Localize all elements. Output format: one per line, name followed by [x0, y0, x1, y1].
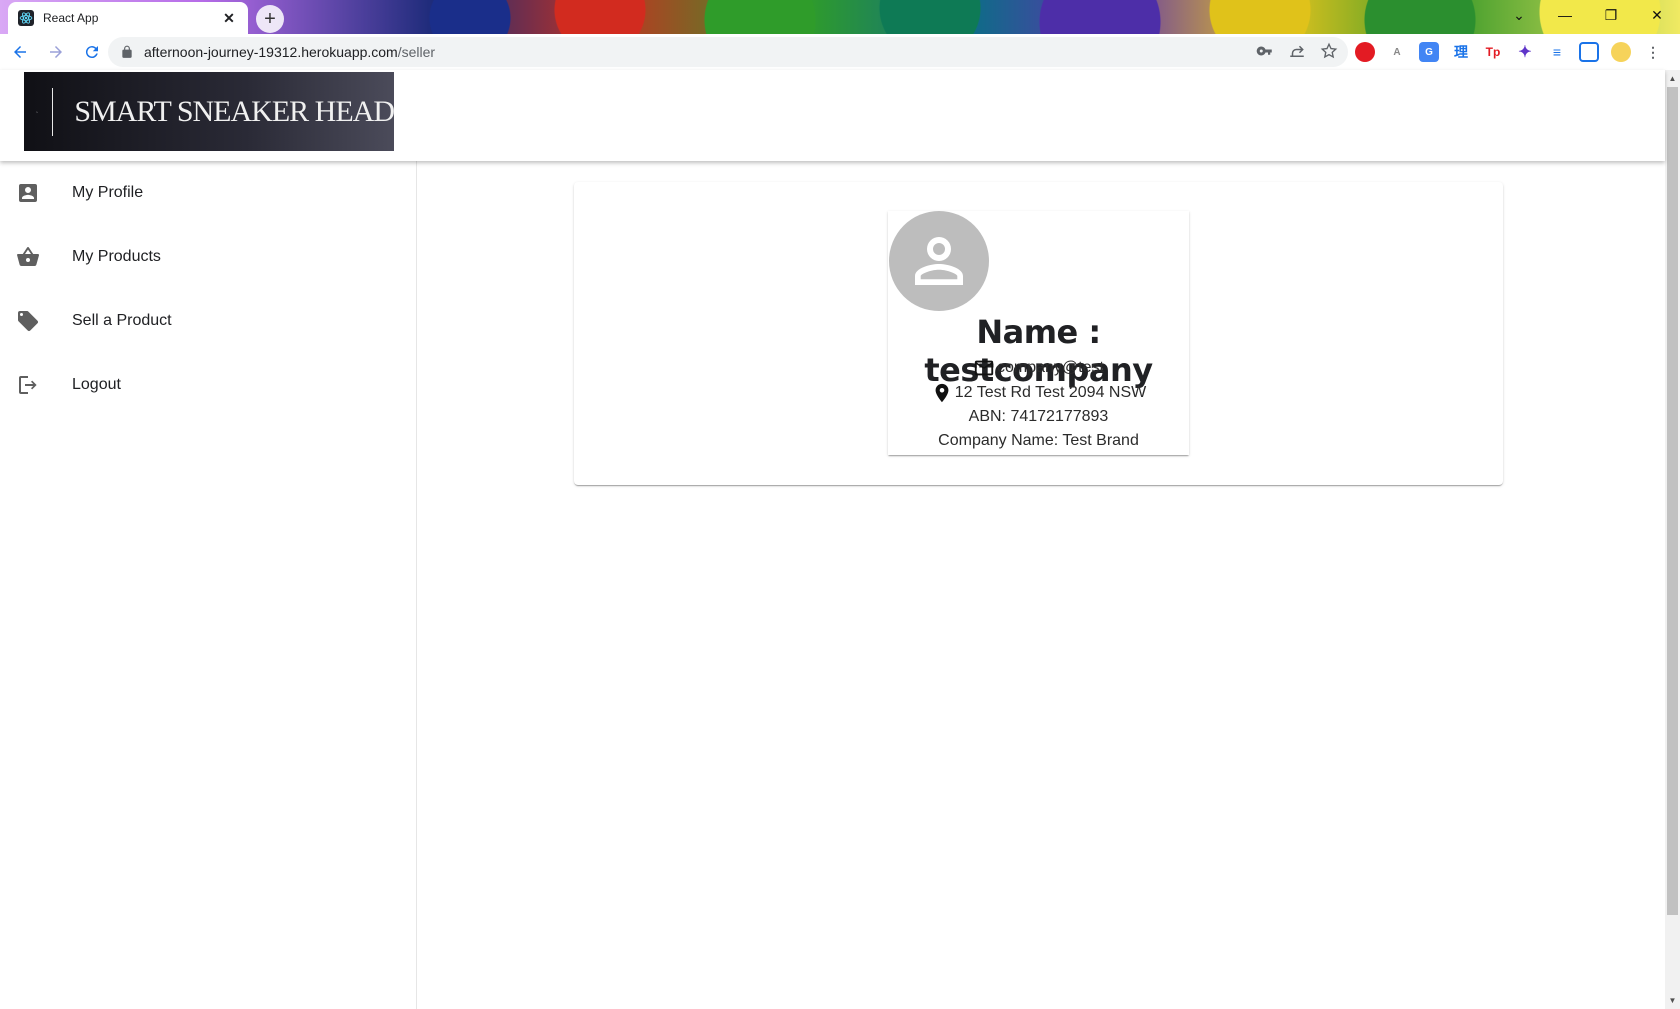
dictionary-extension-icon[interactable]: 理 — [1451, 42, 1471, 62]
minimize-button[interactable]: — — [1542, 0, 1588, 30]
tab-search-icon[interactable]: ⌄ — [1496, 0, 1542, 30]
page-scrollbar[interactable]: ▲ ▼ — [1665, 70, 1680, 1009]
profile-avatar-icon[interactable] — [1611, 42, 1631, 62]
browser-tab[interactable]: React App ✕ — [8, 2, 248, 34]
logo-wordmark: SMART SNEAKER HEAD — [74, 94, 395, 128]
sidebar-item-my-products[interactable]: My Products — [0, 225, 416, 289]
profile-email: company@test — [997, 359, 1104, 376]
tag-icon — [16, 309, 40, 333]
location-pin-icon — [935, 383, 949, 403]
share-icon[interactable] — [1288, 42, 1306, 60]
app-header: SMART SNEAKER HEAD — [0, 70, 1665, 161]
extension-icons: A G 理 Tp ✦ ≡ ⋮ — [1355, 42, 1663, 62]
brand-logo[interactable]: SMART SNEAKER HEAD — [24, 72, 395, 151]
chrome-menu-icon[interactable]: ⋮ — [1643, 42, 1663, 62]
omnibox-actions — [1256, 42, 1338, 60]
profile-address-row: 12 Test Rd Test 2094 NSW — [888, 382, 1189, 404]
profile-company-name: Company Name: Test Brand — [938, 432, 1139, 449]
logout-icon — [16, 373, 40, 397]
person-icon — [915, 237, 963, 285]
profile-card: Name : testcompany company@test 12 Test … — [888, 211, 1189, 455]
tab-title: React App — [43, 11, 99, 25]
sidebar-item-label: My Profile — [72, 184, 144, 201]
mail-icon — [974, 360, 994, 376]
profile-abn: ABN: 74172177893 — [968, 408, 1109, 425]
opera-extension-icon[interactable] — [1355, 42, 1375, 62]
key-icon[interactable] — [1256, 42, 1274, 60]
restore-button[interactable]: ❐ — [1588, 0, 1634, 30]
scroll-down-arrow-icon[interactable]: ▼ — [1665, 992, 1680, 1009]
sneaker-logo-icon — [36, 110, 39, 113]
arrow-back-icon — [14, 46, 26, 58]
bookmark-star-icon[interactable] — [1320, 42, 1338, 60]
sidebar-item-sell-a-product[interactable]: Sell a Product — [0, 289, 416, 353]
browser-chrome: React App ✕ + ⌄ — ❐ ✕ afternoon-journey-… — [0, 0, 1680, 70]
profile-address: 12 Test Rd Test 2094 NSW — [954, 384, 1147, 401]
sidebar-item-label: Sell a Product — [72, 312, 172, 329]
sidebar: My Profile My Products Sell a Product Lo… — [0, 161, 417, 1009]
back-button[interactable] — [4, 36, 36, 68]
shopping-basket-icon — [16, 245, 40, 269]
puzzle-extensions-icon[interactable]: ✦ — [1515, 42, 1535, 62]
scrollbar-thumb[interactable] — [1667, 87, 1678, 915]
arrow-forward-icon — [50, 46, 62, 58]
translate-extension-icon[interactable]: G — [1419, 42, 1439, 62]
ext-a-icon[interactable]: A — [1387, 42, 1407, 62]
profile-email-row: company@test — [888, 357, 1189, 379]
side-panel-icon[interactable] — [1579, 42, 1599, 62]
react-favicon-icon — [18, 10, 34, 26]
sidebar-item-label: My Products — [72, 248, 161, 265]
browser-toolbar: afternoon-journey-19312.herokuapp.com/se… — [0, 34, 1680, 70]
reload-button[interactable] — [76, 36, 108, 68]
sidebar-item-label: Logout — [72, 376, 121, 393]
lock-icon — [122, 45, 132, 58]
url-host: afternoon-journey-19312.herokuapp.com — [144, 44, 398, 60]
sidebar-item-logout[interactable]: Logout — [0, 353, 416, 417]
new-tab-button[interactable]: + — [256, 5, 284, 33]
scroll-up-arrow-icon[interactable]: ▲ — [1665, 70, 1680, 87]
tp-extension-icon[interactable]: Tp — [1483, 42, 1503, 62]
avatar — [889, 211, 989, 311]
forward-button[interactable] — [40, 36, 72, 68]
window-controls: ⌄ — ❐ ✕ — [1496, 0, 1680, 32]
tab-close-icon[interactable]: ✕ — [220, 10, 238, 27]
reload-icon — [85, 46, 98, 59]
sidebar-item-my-profile[interactable]: My Profile — [0, 161, 416, 225]
address-bar[interactable]: afternoon-journey-19312.herokuapp.com/se… — [108, 37, 1348, 67]
close-window-button[interactable]: ✕ — [1634, 0, 1680, 30]
account-box-icon — [16, 181, 40, 205]
url-path: /seller — [397, 44, 436, 60]
reading-list-icon[interactable]: ≡ — [1547, 42, 1567, 62]
